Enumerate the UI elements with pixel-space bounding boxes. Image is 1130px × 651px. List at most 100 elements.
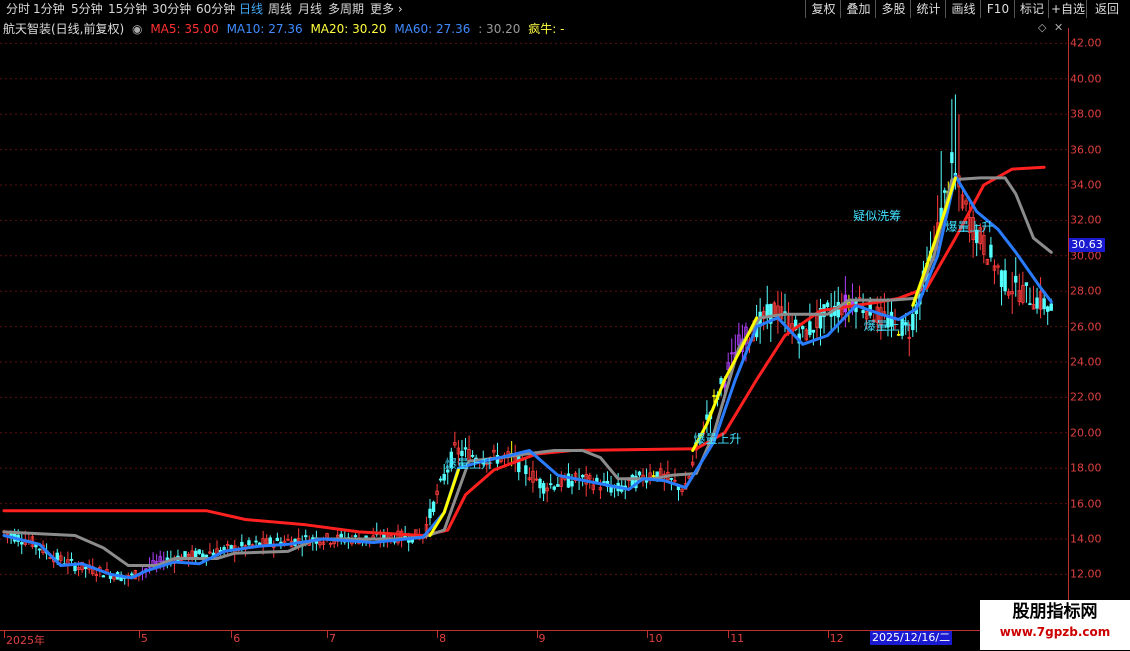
- signal-annotation: 爆量上升: [693, 432, 742, 447]
- period-tab[interactable]: 分时: [6, 2, 30, 17]
- date-tick-mark: [231, 630, 233, 638]
- candle-body: [1046, 306, 1050, 312]
- price-tick-label: 36.00: [1070, 143, 1102, 157]
- candle-body: [268, 537, 272, 545]
- more-periods-menu[interactable]: 更多 ›: [370, 2, 403, 17]
- f10-button[interactable]: F10: [980, 0, 1015, 18]
- candle-body: [524, 465, 528, 474]
- ma20-value: MA20: 30.20: [310, 22, 387, 36]
- date-tick-mark: [646, 630, 648, 638]
- candle-body: [339, 533, 343, 538]
- mark-button[interactable]: 标记: [1014, 0, 1049, 18]
- period-tab[interactable]: 30分钟: [152, 2, 191, 17]
- candle-body: [101, 575, 106, 578]
- candle-body: [580, 474, 585, 478]
- date-tick-label: 11: [730, 632, 745, 645]
- watermark-title: 股朋指标网: [1012, 602, 1098, 622]
- back-button[interactable]: 返回: [1086, 0, 1127, 18]
- multi-stock-button[interactable]: 多股: [875, 0, 911, 18]
- period-tab[interactable]: 1分钟: [33, 2, 65, 17]
- period-tab[interactable]: 周线: [268, 2, 292, 17]
- diamond-icon[interactable]: ◇: [1038, 21, 1046, 34]
- candle-body: [275, 537, 280, 542]
- add-watchlist-button[interactable]: +自选: [1048, 0, 1087, 18]
- side-panel-strip[interactable]: [1118, 28, 1130, 418]
- fuquan-button[interactable]: 复权: [805, 0, 841, 18]
- settings-circle-icon[interactable]: ◉: [132, 22, 142, 36]
- candle-body: [669, 478, 674, 480]
- current-price-label: 30.63: [1069, 237, 1105, 252]
- date-tick-mark: [4, 630, 5, 638]
- candle-body: [552, 486, 556, 490]
- candle-body: [712, 395, 716, 397]
- candle-body: [1049, 303, 1053, 311]
- candle-body: [637, 471, 642, 476]
- overlay-button[interactable]: 叠加: [840, 0, 876, 18]
- price-tick-label: 34.00: [1070, 178, 1102, 192]
- candle-body: [201, 553, 205, 557]
- ma5-value: MA5: 35.00: [150, 22, 219, 36]
- date-tick-label: 5: [140, 632, 148, 645]
- period-tab-active[interactable]: 日线: [239, 2, 263, 17]
- candle-body: [556, 484, 560, 487]
- candle-body: [254, 540, 258, 543]
- candle-body: [808, 321, 812, 336]
- candle-body: [406, 540, 411, 543]
- price-tick-label: 28.00: [1070, 284, 1102, 298]
- candle-body: [801, 326, 805, 330]
- candle-body: [183, 551, 187, 557]
- candle-body: [570, 481, 574, 487]
- candle-body: [304, 535, 308, 538]
- date-tick-label: 9: [538, 632, 546, 645]
- ma-line-ma5c: [911, 176, 957, 307]
- period-tab[interactable]: 15分钟: [108, 2, 147, 17]
- price-tick-label: 40.00: [1070, 72, 1102, 86]
- crazy-bull-value: 疯牛: -: [528, 22, 565, 36]
- price-tick-label: 26.00: [1070, 320, 1102, 334]
- close-icon[interactable]: ✕: [1054, 21, 1063, 34]
- ma60-value: MA60: 27.36: [394, 22, 471, 36]
- candle-body: [541, 483, 546, 494]
- candle-body: [602, 481, 606, 483]
- price-tick-label: 16.00: [1070, 497, 1102, 511]
- date-tick-label: 6: [233, 632, 241, 645]
- candle-body: [1014, 275, 1018, 283]
- candle-body: [442, 474, 446, 481]
- cursor-date-label: 2025/12/16/二: [870, 631, 953, 645]
- signal-annotation: 疑似洗筹: [853, 209, 902, 224]
- price-tick-label: 20.00: [1070, 426, 1102, 440]
- price-tick-label: 12.00: [1070, 567, 1102, 581]
- price-tick-label: 32.00: [1070, 213, 1102, 227]
- period-tab[interactable]: 60分钟: [196, 2, 235, 17]
- date-tick-mark: [327, 630, 329, 638]
- date-tick-mark: [728, 630, 730, 638]
- period-tab[interactable]: 5分钟: [71, 2, 103, 17]
- candle-body: [69, 559, 74, 561]
- more-label: 更多: [370, 2, 395, 16]
- period-tab[interactable]: 月线: [298, 2, 322, 17]
- signal-annotation: 爆量上升: [945, 219, 994, 234]
- price-tick-label: 18.00: [1070, 461, 1102, 475]
- candle-body: [83, 566, 88, 570]
- candle-body: [825, 302, 830, 307]
- period-tab[interactable]: 多周期: [328, 2, 364, 17]
- stats-button[interactable]: 统计: [910, 0, 946, 18]
- candle-body: [463, 447, 468, 450]
- candle-body: [130, 573, 134, 576]
- date-tick-mark: [827, 630, 829, 638]
- candle-body: [943, 190, 947, 193]
- watermark-url: www.7gpzb.com: [999, 625, 1111, 639]
- candle-body: [240, 541, 244, 547]
- price-tick-label: 22.00: [1070, 390, 1102, 404]
- signal-annotation: 爆量上升: [444, 456, 493, 471]
- draw-line-button[interactable]: 画线: [945, 0, 981, 18]
- watermark: 股朋指标网 www.7gpzb.com: [980, 600, 1130, 650]
- candle-body: [1028, 303, 1032, 306]
- candle-body: [549, 483, 553, 486]
- candle-body: [811, 329, 816, 333]
- date-tick-label: 12: [829, 632, 844, 645]
- date-tick-label: 8: [439, 632, 447, 645]
- date-tick-mark: [138, 630, 140, 638]
- date-tick-mark: [437, 630, 439, 638]
- ma-line-ma10: [2, 174, 1053, 580]
